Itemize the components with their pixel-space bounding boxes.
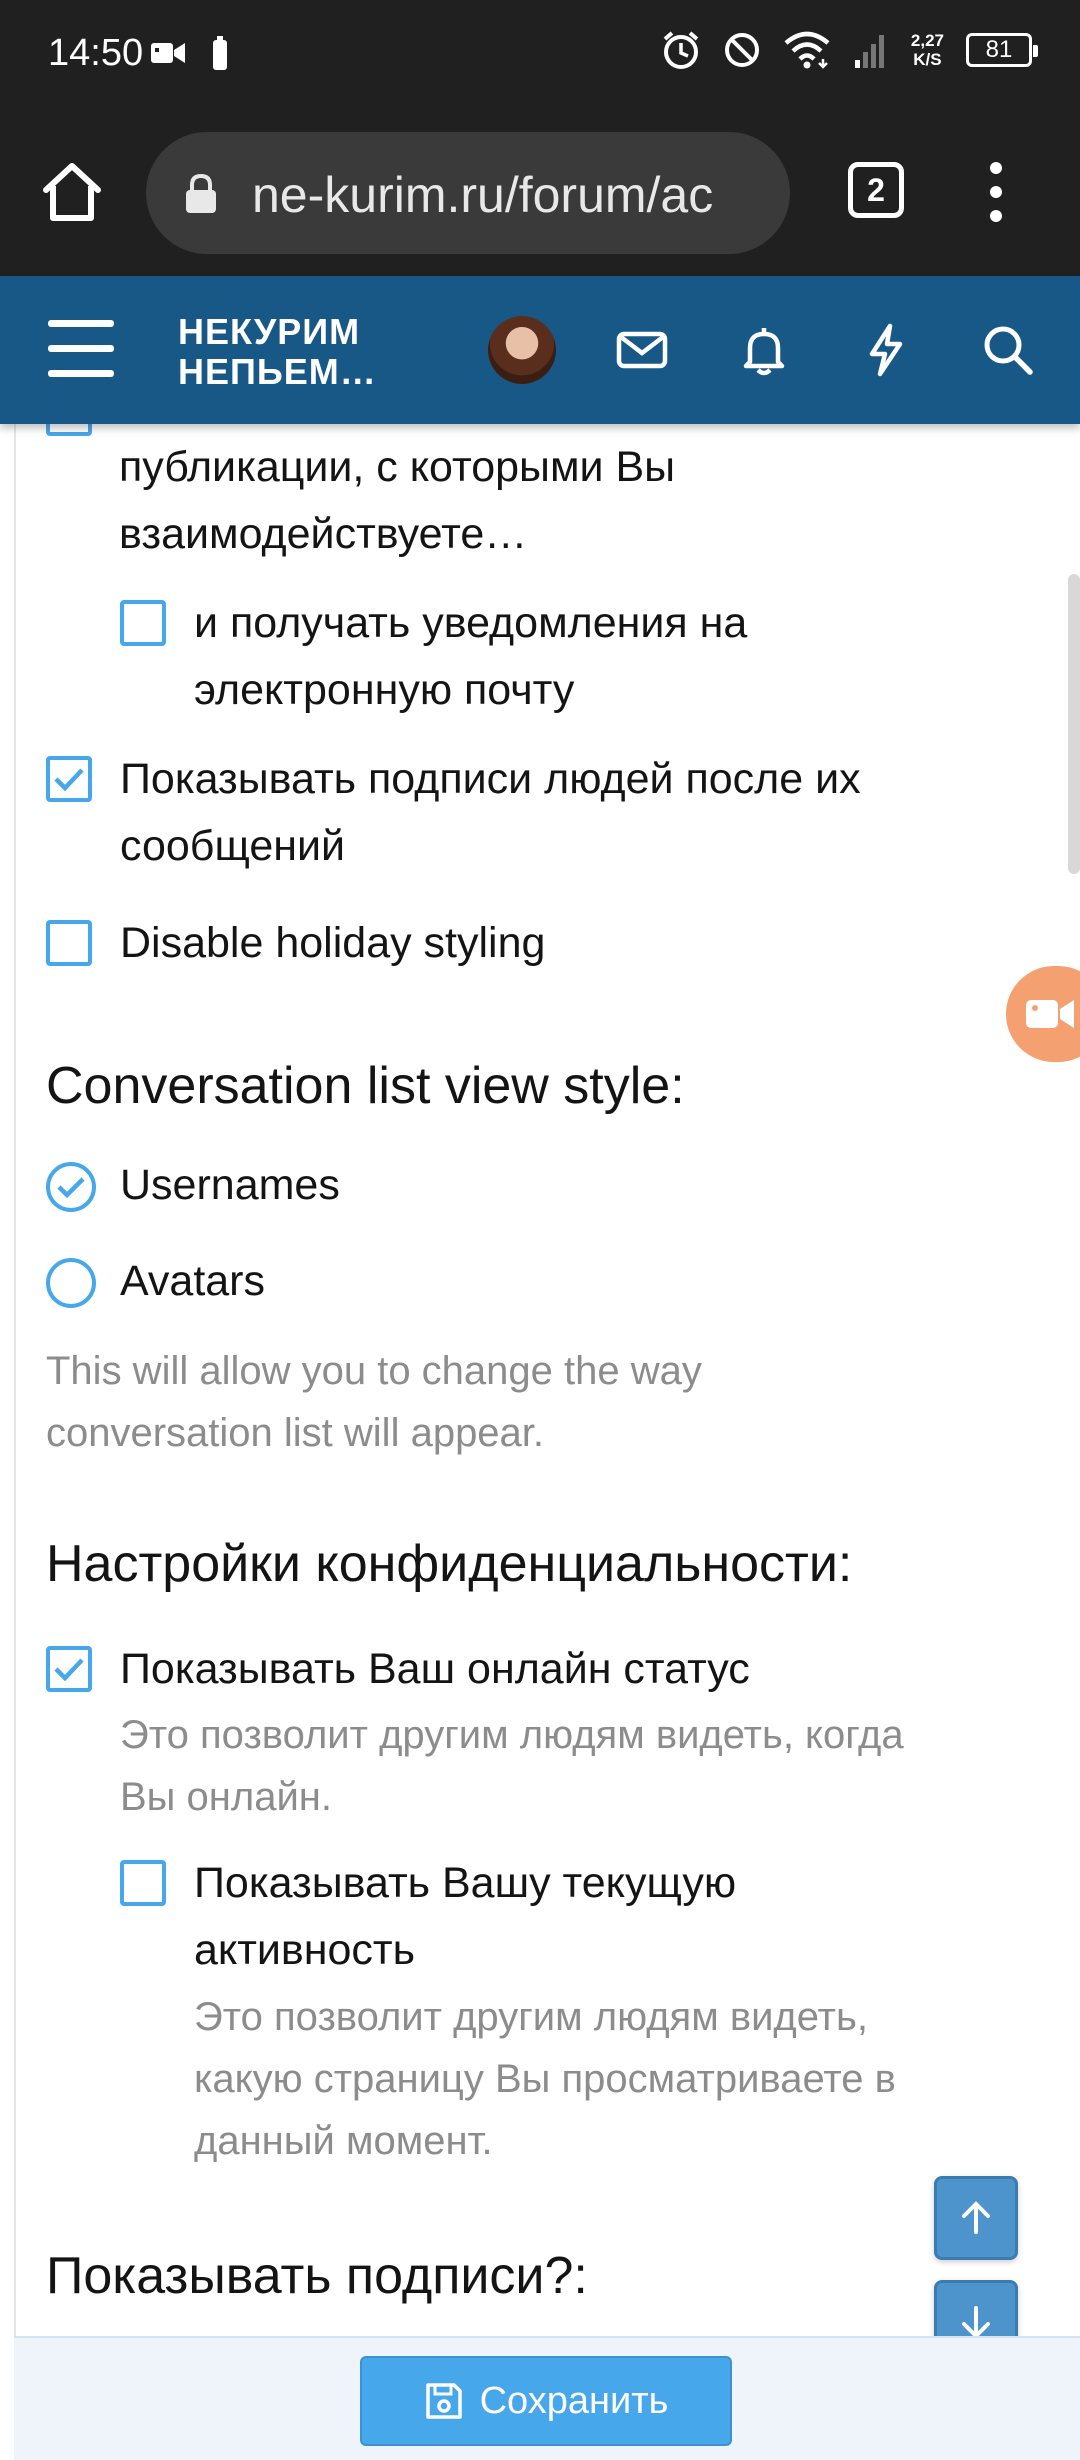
- bell-icon[interactable]: [736, 322, 792, 378]
- save-button-label: Сохранить: [479, 2379, 669, 2422]
- signal-icon: [854, 35, 884, 68]
- hamburger-menu-icon[interactable]: [48, 320, 114, 378]
- do-not-disturb-icon: [724, 33, 759, 67]
- browser-toolbar: ne-kurim.ru/forum/ac 2: [0, 112, 1080, 276]
- status-right-icons: 2,27 K/S 81: [661, 30, 1038, 70]
- user-avatar[interactable]: [488, 316, 556, 384]
- activity-hint-line2: какую страницу Вы просматриваете в: [194, 2057, 896, 2101]
- disable-holiday-checkbox[interactable]: [46, 920, 92, 966]
- online-status-hint-line1: Это позволит другим людям видеть, когда: [120, 1713, 904, 1757]
- forum-logo[interactable]: НЕКУРИМ НЕПЬЕМ…: [178, 312, 377, 392]
- conversation-section-title: Conversation list view style:: [46, 1057, 685, 1115]
- network-speed: 2,27 K/S: [910, 31, 944, 69]
- status-left-icons: [150, 36, 228, 70]
- search-icon[interactable]: [980, 322, 1036, 378]
- current-activity-label-line2: активность: [194, 1926, 416, 1974]
- show-signatures-label-line2: сообщений: [120, 822, 346, 870]
- privacy-section-title: Настройки конфиденциальности:: [46, 1535, 853, 1593]
- battery-small-icon: [213, 36, 227, 70]
- status-bar: 14:50 2,27 K/S 81: [0, 0, 1080, 112]
- email-notification-option[interactable]: и получать уведомления на электронную по…: [120, 590, 747, 724]
- show-signatures-checkbox[interactable]: [46, 756, 92, 802]
- current-activity-checkbox[interactable]: [120, 1860, 166, 1906]
- url-text: ne-kurim.ru/forum/ac: [252, 167, 714, 223]
- email-notification-checkbox[interactable]: [120, 600, 166, 646]
- arrow-up-icon: [962, 2201, 990, 2234]
- disable-holiday-option[interactable]: Disable holiday styling: [46, 910, 545, 977]
- home-icon[interactable]: [40, 160, 104, 224]
- radio-usernames-option[interactable]: Usernames: [46, 1152, 340, 1219]
- checkmark-icon: [54, 768, 84, 792]
- floppy-disk-icon: [425, 2383, 462, 2419]
- activity-hint-line1: Это позволит другим людям видеть,: [194, 1995, 868, 2039]
- video-record-icon: [1026, 1000, 1074, 1028]
- wifi-icon: [784, 31, 830, 69]
- radio-avatars[interactable]: [46, 1258, 96, 1308]
- forum-header: НЕКУРИМ НЕПЬЕМ…: [0, 276, 1080, 424]
- conversation-hint-line2: conversation list will appear.: [46, 1411, 545, 1455]
- show-signatures-option[interactable]: Показывать подписи людей после их сообще…: [46, 746, 861, 880]
- partial-checkbox[interactable]: [46, 424, 92, 436]
- email-option-label-line1: и получать уведомления на: [194, 599, 748, 647]
- envelope-icon[interactable]: [614, 322, 670, 378]
- current-activity-option[interactable]: Показывать Вашу текущую активность: [120, 1850, 736, 1984]
- online-status-label: Показывать Ваш онлайн статус: [120, 1645, 750, 1693]
- status-time: 14:50: [48, 32, 144, 74]
- tab-switcher-button[interactable]: 2: [848, 162, 904, 218]
- disable-holiday-label: Disable holiday styling: [120, 919, 546, 967]
- checkmark-icon: [57, 1177, 85, 1199]
- show-signatures-label-line1: Показывать подписи людей после их: [120, 755, 861, 803]
- current-activity-label-line1: Показывать Вашу текущую: [194, 1859, 737, 1907]
- online-status-hint-line2: Вы онлайн.: [120, 1775, 333, 1819]
- browser-menu-icon[interactable]: [986, 156, 1006, 228]
- battery-indicator: 81: [966, 33, 1038, 67]
- conversation-hint-line1: This will allow you to change the way: [46, 1349, 702, 1393]
- page-scrollbar[interactable]: [1068, 574, 1080, 874]
- partial-option-line2: взаимодействуете…: [119, 510, 528, 558]
- lightning-icon[interactable]: [858, 322, 914, 378]
- scroll-up-button[interactable]: [934, 2176, 1018, 2260]
- email-option-label-line2: электронную почту: [194, 666, 575, 714]
- video-camera-icon: [151, 43, 185, 63]
- online-status-option[interactable]: Показывать Ваш онлайн статус: [46, 1636, 750, 1703]
- form-submit-bar: Сохранить: [14, 2336, 1080, 2460]
- radio-usernames-label: Usernames: [120, 1161, 340, 1209]
- signatures-section-title: Показывать подписи?:: [46, 2247, 588, 2305]
- address-bar[interactable]: ne-kurim.ru/forum/ac: [146, 132, 790, 254]
- preferences-content: публикации, с которыми Вы взаимодействуе…: [14, 424, 1080, 2336]
- checkmark-icon: [54, 1658, 84, 1682]
- radio-usernames[interactable]: [46, 1162, 96, 1212]
- radio-avatars-label: Avatars: [120, 1257, 265, 1305]
- alarm-icon: [663, 31, 699, 69]
- save-button[interactable]: Сохранить: [360, 2356, 732, 2446]
- lock-icon: [186, 174, 216, 213]
- radio-avatars-option[interactable]: Avatars: [46, 1248, 265, 1315]
- online-status-checkbox[interactable]: [46, 1646, 92, 1692]
- activity-hint-line3: данный момент.: [194, 2119, 493, 2163]
- partial-option-line1: публикации, с которыми Вы: [119, 443, 676, 491]
